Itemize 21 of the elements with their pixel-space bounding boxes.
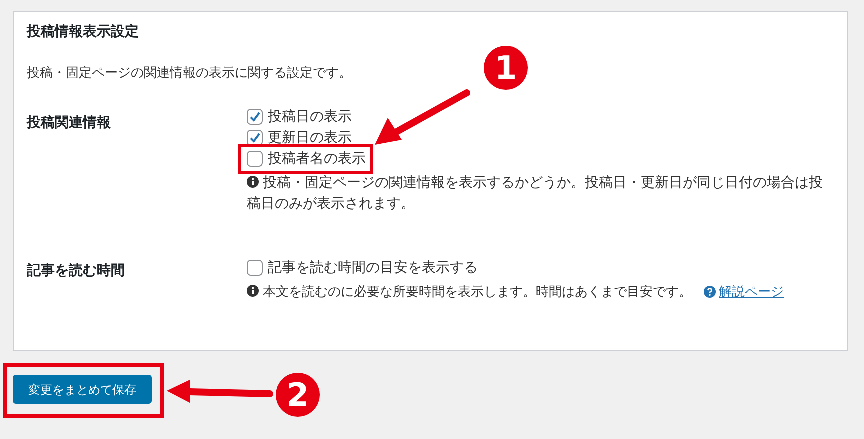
checkbox[interactable] <box>247 151 263 167</box>
guide-link[interactable]: 解説ページ <box>704 282 784 302</box>
help-icon <box>704 286 716 298</box>
checkbox[interactable] <box>247 260 263 276</box>
checkbox-label: 投稿者名の表示 <box>268 150 366 168</box>
checkbox-label: 投稿日の表示 <box>268 108 352 126</box>
info-icon <box>247 176 259 188</box>
checkbox[interactable] <box>247 109 263 125</box>
help-text: 投稿・固定ページの関連情報を表示するかどうか。投稿日・更新日が同じ日付の場合は投稿日のみが表示されます。 <box>247 174 824 214</box>
setting-label: 記事を読む時間 <box>27 262 126 280</box>
checkmark-icon <box>248 110 262 124</box>
info-icon <box>247 284 259 296</box>
checkbox-label: 更新日の表示 <box>268 128 352 148</box>
number-marker: 2 <box>276 373 320 417</box>
save-button[interactable]: 変更をまとめて保存 <box>13 375 152 404</box>
setting-label: 投稿関連情報 <box>27 114 112 132</box>
help-text: 本文を読むのに必要な所要時間を表示します。時間はあくまで目安です。 <box>247 282 692 302</box>
panel-title: 投稿情報表示設定 <box>27 22 140 42</box>
panel-description: 投稿・固定ページの関連情報の表示に関する設定です。 <box>27 65 352 83</box>
checkmark-icon <box>248 131 262 145</box>
checkbox-label: 記事を読む時間の目安を表示する <box>268 258 478 278</box>
